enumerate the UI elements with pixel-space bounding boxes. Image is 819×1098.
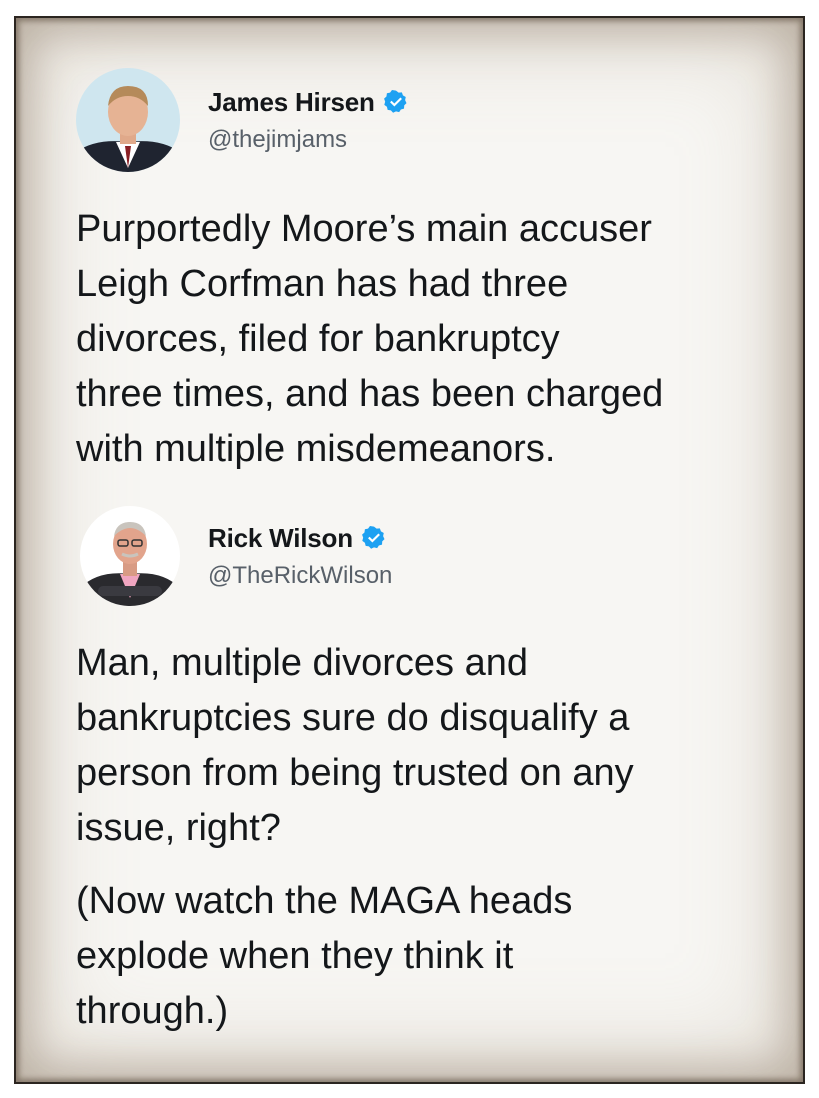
display-name[interactable]: Rick Wilson [208,523,353,554]
handle[interactable]: @thejimjams [208,126,409,154]
profile-photo-icon [80,506,180,606]
verified-badge-icon [383,89,407,113]
display-name[interactable]: James Hirsen [208,87,375,118]
profile-photo-icon [76,68,180,172]
handle[interactable]: @TheRickWilson [208,562,392,590]
tweet2-text-paragraph-1: Man, multiple divorces and bankruptcies … [76,642,634,849]
tweet1-text: Purportedly Moore’s main accuser Leigh C… [76,208,664,470]
screenshot-card: James Hirsen @thejimjams Purportedly Moo… [14,16,805,1084]
tweet1-user: James Hirsen @thejimjams [208,87,409,154]
tweet2-name-row: Rick Wilson [208,523,392,554]
tweet1-name-row: James Hirsen [208,87,409,118]
verified-badge-icon [362,525,385,549]
avatar[interactable] [76,68,180,172]
tweet2-header: Rick Wilson @TheRickWilson [80,506,392,606]
tweet2-user: Rick Wilson @TheRickWilson [208,523,392,590]
avatar[interactable] [80,506,180,606]
tweet2-text-paragraph-2: (Now watch the MAGA heads explode when t… [76,880,573,1032]
tweet1-header: James Hirsen @thejimjams [76,68,409,172]
